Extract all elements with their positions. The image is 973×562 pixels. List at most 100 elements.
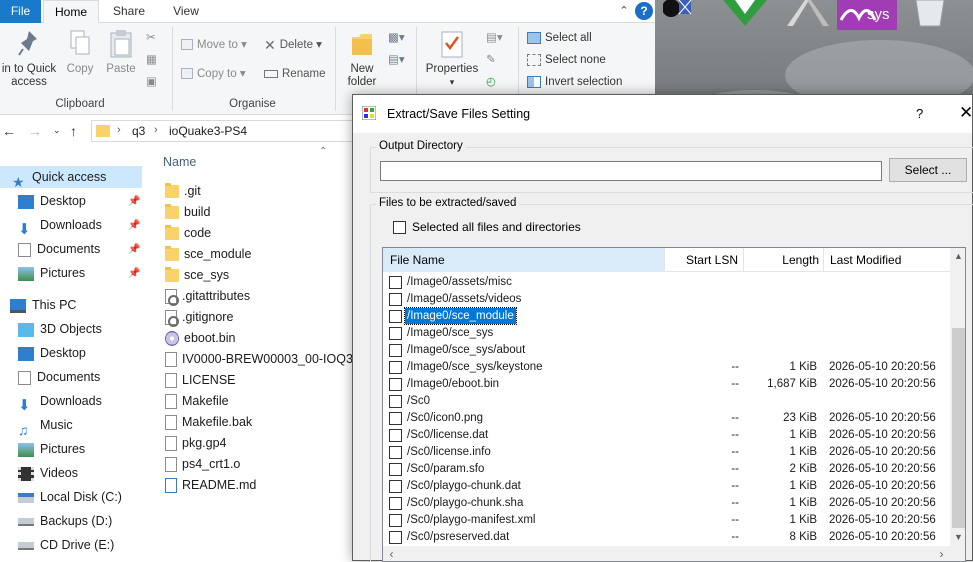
- file-row[interactable]: Makefile.bak: [165, 412, 252, 433]
- scroll-up-icon[interactable]: ▲: [950, 248, 965, 265]
- file-row[interactable]: Makefile: [165, 391, 229, 412]
- file-row[interactable]: build: [165, 202, 210, 223]
- invert-selection-button[interactable]: Invert selection: [527, 73, 622, 91]
- row-checkbox[interactable]: [389, 310, 402, 323]
- list-item[interactable]: /Sc0/playgo-manifest.xml -- 1 KiB 2026-05-1…: [383, 512, 950, 529]
- breadcrumb-q3[interactable]: q3: [132, 124, 145, 138]
- copy-to-button[interactable]: Copy to ▾: [181, 65, 246, 83]
- up-icon[interactable]: ↑: [70, 123, 77, 139]
- file-row[interactable]: eboot.bin: [165, 328, 235, 349]
- nav-videos[interactable]: Videos: [0, 462, 78, 484]
- forward-icon[interactable]: →: [28, 123, 42, 139]
- select-all-button[interactable]: Select all: [527, 29, 592, 47]
- edit-icon[interactable]: ✎: [486, 51, 496, 69]
- list-item[interactable]: /Image0/sce_sys: [383, 325, 950, 342]
- history-icon[interactable]: ◴: [486, 73, 496, 91]
- scroll-right-icon[interactable]: ›: [933, 546, 950, 561]
- file-row[interactable]: ps4_crt1.o: [165, 454, 240, 475]
- list-item[interactable]: /Image0/sce_sys/about: [383, 342, 950, 359]
- dialog-close-button[interactable]: ✕: [959, 103, 973, 123]
- file-row[interactable]: pkg.gp4: [165, 433, 226, 454]
- list-item[interactable]: /Sc0: [383, 393, 950, 410]
- select-all-checkbox[interactable]: [393, 221, 406, 234]
- list-item[interactable]: /Sc0/license.info -- 1 KiB 2026-05-10 20:20…: [383, 444, 950, 461]
- list-item[interactable]: /Image0/sce_module: [383, 307, 950, 325]
- nav-3d-objects[interactable]: 3D Objects: [0, 318, 102, 340]
- collapse-ribbon-icon[interactable]: ⌃: [617, 4, 631, 18]
- back-icon[interactable]: ←: [2, 123, 16, 139]
- nav-downloads[interactable]: ⬇ Downloads: [0, 390, 102, 414]
- scroll-left-icon[interactable]: ‹: [383, 546, 400, 561]
- nav-documents[interactable]: Documents: [0, 366, 100, 388]
- dialog-help-button[interactable]: ?: [916, 106, 923, 121]
- copy-path-icon[interactable]: ▦: [146, 51, 157, 69]
- select-directory-button[interactable]: Select ...: [889, 158, 967, 182]
- tab-share[interactable]: Share: [103, 0, 155, 23]
- list-item[interactable]: /Sc0/psreserved.dat -- 8 KiB 2026-05-10 20:…: [383, 529, 950, 546]
- pin-to-quick-access-button[interactable]: in to Quick access: [0, 29, 58, 89]
- output-directory-input[interactable]: [380, 161, 882, 181]
- row-checkbox[interactable]: [389, 514, 402, 527]
- nav-qa-documents[interactable]: Documents: [0, 238, 100, 260]
- nav-cd-drive-e[interactable]: CD Drive (E:): [0, 534, 114, 556]
- paste-button[interactable]: Paste: [102, 29, 140, 76]
- column-header-start-lsn[interactable]: Start LSN: [665, 248, 740, 272]
- desktop-app-icon[interactable]: [662, 0, 693, 22]
- nav-music[interactable]: ♫ Music: [0, 414, 73, 438]
- address-bar[interactable]: › q3 › ioQuake3-PS4: [91, 120, 381, 142]
- file-row[interactable]: README.md: [165, 475, 256, 496]
- nav-quick-access[interactable]: ★ Quick access: [0, 166, 142, 190]
- row-checkbox[interactable]: [389, 480, 402, 493]
- desktop-app-icon[interactable]: [715, 0, 775, 26]
- file-row[interactable]: .git: [165, 181, 201, 202]
- column-header-length[interactable]: Length: [744, 248, 819, 272]
- new-folder-button[interactable]: New folder: [341, 29, 383, 89]
- list-item[interactable]: /Image0/eboot.bin -- 1,687 KiB 2026-05-10 2…: [383, 376, 950, 393]
- list-item[interactable]: /Sc0/param.sfo -- 2 KiB 2026-05-10 20:20:56: [383, 461, 950, 478]
- list-item[interactable]: /Sc0/playgo-chunk.sha -- 1 KiB 2026-05-10 2…: [383, 495, 950, 512]
- row-checkbox[interactable]: [389, 497, 402, 510]
- list-item[interactable]: /Sc0/license.dat -- 1 KiB 2026-05-10 20:20:…: [383, 427, 950, 444]
- nav-qa-pictures[interactable]: Pictures: [0, 262, 85, 284]
- list-item[interactable]: /Image0/sce_sys/keystone -- 1 KiB 2026-05-1…: [383, 359, 950, 376]
- file-row[interactable]: sce_sys: [165, 265, 229, 286]
- file-row[interactable]: sce_module: [165, 244, 251, 265]
- list-item[interactable]: /Sc0/icon0.png -- 23 KiB 2026-05-10 20:20:5…: [383, 410, 950, 427]
- select-all-label[interactable]: Selected all files and directories: [412, 220, 581, 234]
- scroll-down-icon[interactable]: ▼: [950, 529, 965, 546]
- row-checkbox[interactable]: [389, 463, 402, 476]
- tab-view[interactable]: View: [160, 0, 212, 23]
- file-row[interactable]: LICENSE: [165, 370, 236, 391]
- row-checkbox[interactable]: [389, 276, 402, 289]
- help-icon[interactable]: ?: [635, 2, 653, 20]
- cut-icon[interactable]: ✂: [146, 29, 156, 47]
- list-item[interactable]: /Image0/assets/videos: [383, 291, 950, 308]
- delete-button[interactable]: ✕ Delete ▾: [264, 36, 322, 54]
- row-checkbox[interactable]: [389, 378, 402, 391]
- breadcrumb-ioquake3-ps4[interactable]: ioQuake3-PS4: [169, 124, 247, 138]
- row-checkbox[interactable]: [389, 327, 402, 340]
- column-header-last-modified[interactable]: Last Modified: [830, 248, 901, 272]
- move-to-button[interactable]: Move to ▾: [181, 36, 247, 54]
- file-row[interactable]: code: [165, 223, 211, 244]
- tab-home[interactable]: Home: [43, 0, 99, 24]
- row-checkbox[interactable]: [389, 361, 402, 374]
- horizontal-scrollbar[interactable]: ‹ ›: [383, 546, 950, 561]
- row-checkbox[interactable]: [389, 395, 402, 408]
- list-item[interactable]: /Sc0/playgo-chunk.dat -- 1 KiB 2026-05-10 2…: [383, 478, 950, 495]
- nav-desktop[interactable]: Desktop: [0, 342, 86, 364]
- nav-qa-desktop[interactable]: Desktop: [0, 190, 86, 212]
- vertical-scrollbar[interactable]: ▲ ▼: [950, 248, 965, 546]
- file-row[interactable]: .gitignore: [165, 307, 233, 328]
- new-item-icon[interactable]: ▩▾: [388, 29, 405, 47]
- open-icon[interactable]: ▤▾: [486, 29, 503, 47]
- row-checkbox[interactable]: [389, 344, 402, 357]
- nav-pictures[interactable]: Pictures: [0, 438, 85, 460]
- recent-locations-icon[interactable]: ⌄: [53, 125, 61, 136]
- paste-shortcut-icon[interactable]: ▣: [146, 73, 157, 91]
- list-item[interactable]: /Image0/assets/misc: [383, 274, 950, 291]
- rename-button[interactable]: Rename: [264, 65, 325, 83]
- row-checkbox[interactable]: [389, 446, 402, 459]
- scrollbar-thumb[interactable]: [952, 328, 965, 528]
- nav-local-disk-c[interactable]: Local Disk (C:): [0, 486, 122, 508]
